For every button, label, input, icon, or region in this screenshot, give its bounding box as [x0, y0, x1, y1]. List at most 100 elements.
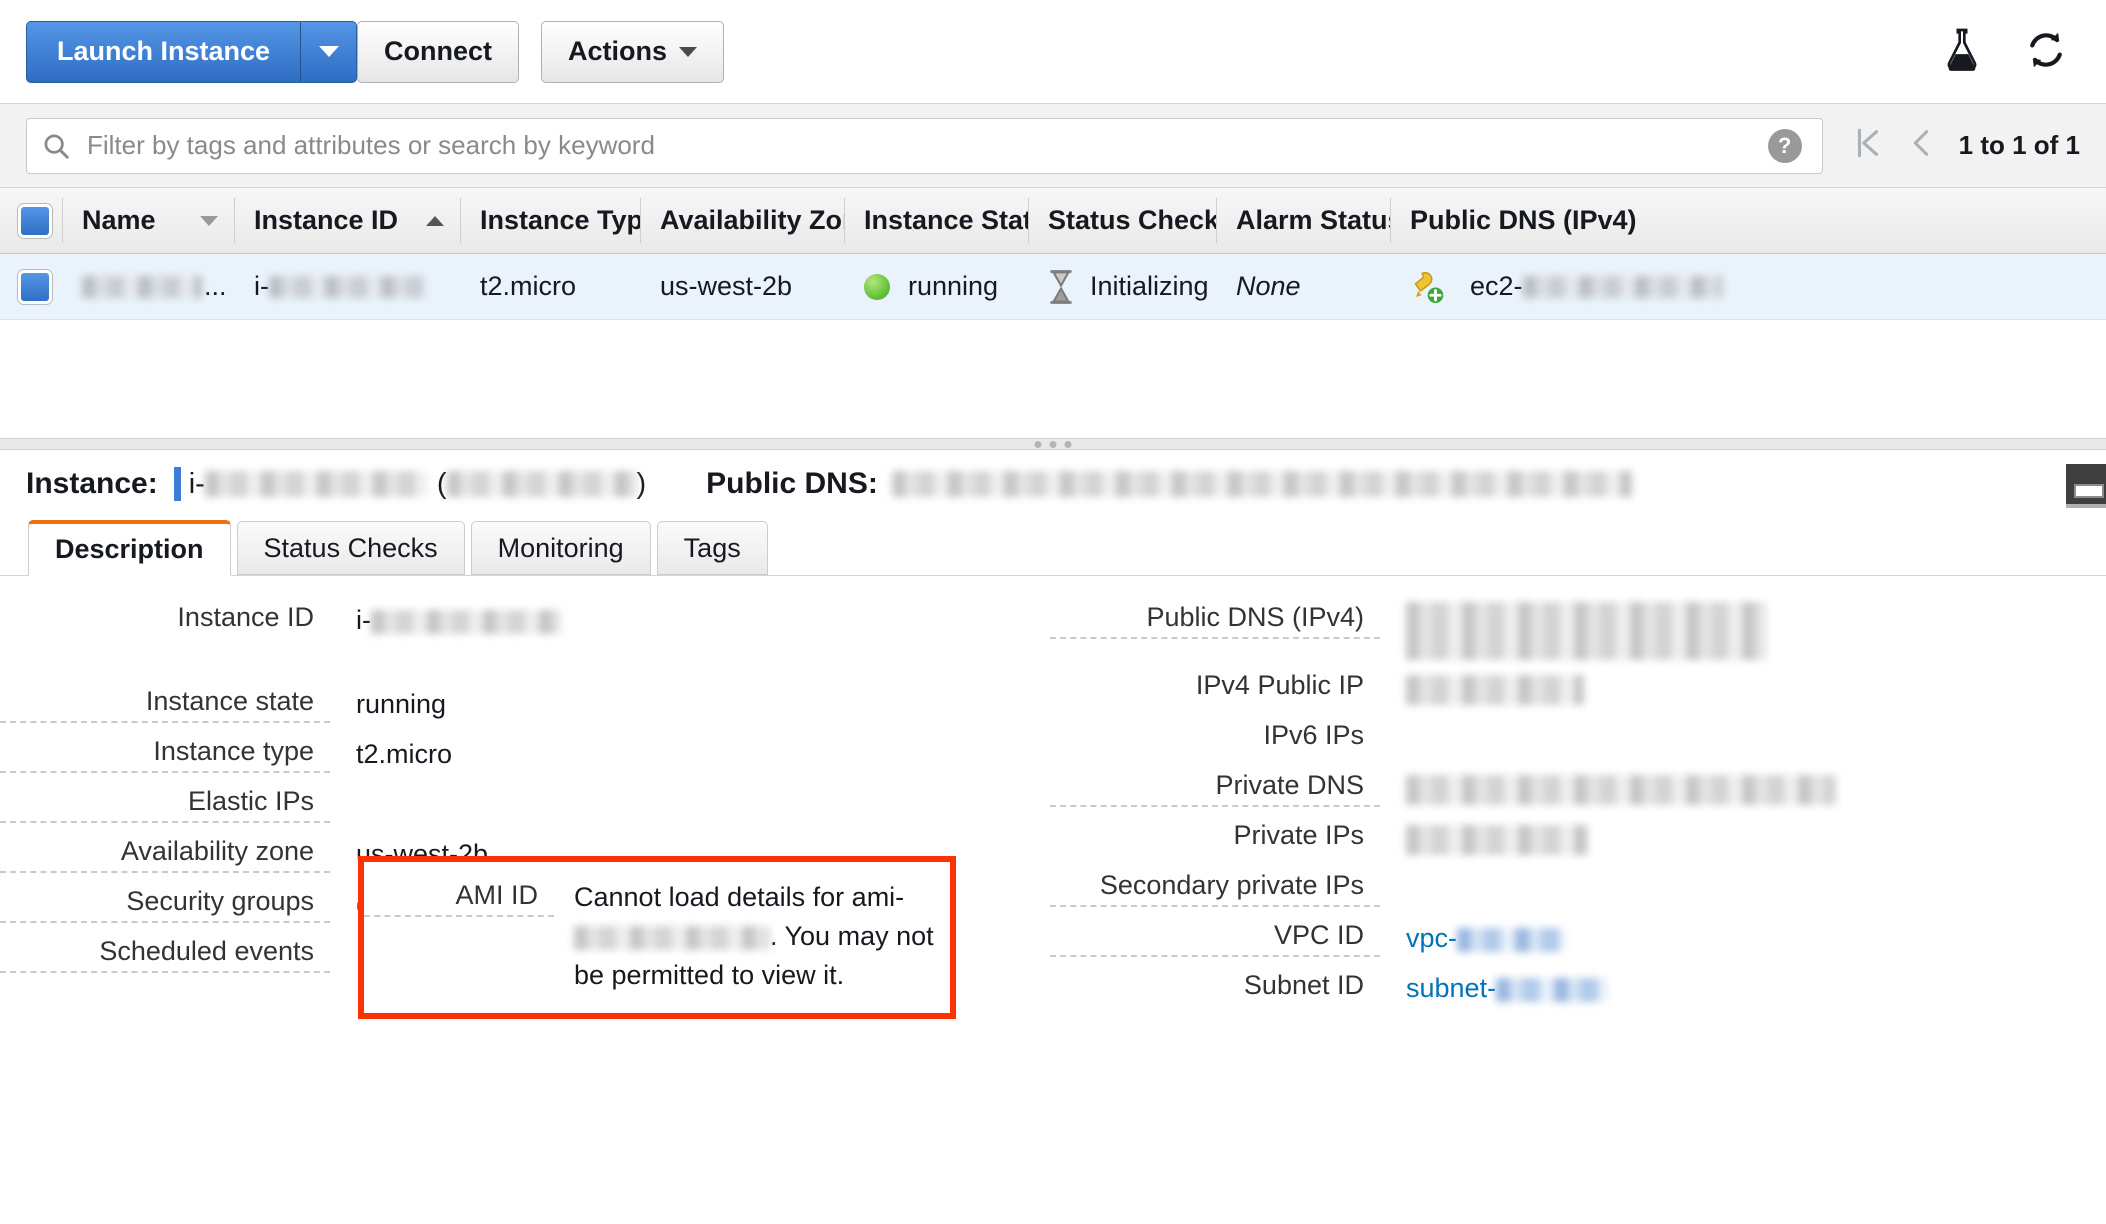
field-instance-state: Instance state running — [0, 686, 1050, 736]
field-label: VPC ID — [1050, 920, 1380, 957]
ami-error-text-before: Cannot load details for ami- — [574, 882, 905, 912]
grip-dot — [1064, 441, 1072, 448]
go-to-previous-icon[interactable] — [1909, 126, 1933, 165]
redacted-instance-name — [82, 275, 202, 298]
field-label: IPv4 Public IP — [1195, 670, 1364, 700]
tab-status-checks[interactable]: Status Checks — [236, 521, 465, 575]
field-value — [1380, 820, 2100, 857]
field-label: Elastic IPs — [0, 786, 330, 823]
actions-button[interactable]: Actions — [541, 20, 725, 83]
column-label: Instance ID — [254, 205, 399, 235]
row-checkbox-cell[interactable] — [0, 254, 62, 319]
toolbar-right-icons — [1942, 28, 2068, 77]
field-vpc-id: VPC ID vpc- — [1050, 920, 2100, 970]
launch-instance-button-group: Launch Instance — [26, 20, 358, 83]
instance-state-text: running — [908, 271, 999, 301]
detail-instance-label: Instance: — [26, 467, 158, 500]
detail-public-dns-value — [891, 471, 1632, 497]
column-header-status-checks[interactable]: Status Checks — [1028, 188, 1216, 253]
grip-dot — [1034, 441, 1042, 448]
chevron-down-icon[interactable] — [200, 215, 218, 226]
detail-public-dns-label: Public DNS: — [706, 467, 878, 500]
table-row[interactable]: ... i- t2.micro us-west-2b running Initi… — [0, 254, 2106, 320]
cell-name: ... — [62, 254, 234, 319]
name-truncation-ellipsis: ... — [204, 271, 227, 301]
field-label: IPv6 IPs — [1263, 720, 1364, 750]
column-header-instance-type[interactable]: Instance Type — [460, 188, 640, 253]
launch-instance-button[interactable]: Launch Instance — [26, 20, 302, 83]
public-dns-prefix: ec2- — [1470, 271, 1523, 301]
field-label: Private IPs — [1233, 820, 1364, 850]
field-gap — [0, 652, 1050, 686]
top-toolbar: Launch Instance Connect Actions — [0, 0, 2106, 104]
search-field-container[interactable]: ? — [26, 117, 1823, 174]
tab-monitoring[interactable]: Monitoring — [470, 521, 651, 575]
column-label: Alarm Status — [1236, 205, 1390, 235]
tab-label: Status Checks — [263, 532, 438, 563]
subnet-id-link[interactable]: subnet- — [1406, 973, 1496, 1003]
column-header-name[interactable]: Name — [62, 188, 234, 253]
column-header-instance-id[interactable]: Instance ID — [234, 188, 460, 253]
description-tab-panel: Instance ID i- Instance state running In… — [0, 576, 2106, 1019]
column-header-public-dns[interactable]: Public DNS (IPv4) — [1390, 188, 2106, 253]
connect-button[interactable]: Connect — [357, 20, 520, 83]
refresh-icon[interactable] — [2024, 28, 2068, 77]
tab-tags[interactable]: Tags — [656, 521, 768, 575]
hourglass-icon — [1048, 269, 1074, 304]
redacted-instance-id — [204, 471, 427, 497]
chevron-down-icon — [679, 46, 698, 57]
column-label: Name — [82, 205, 156, 235]
field-private-ips: Private IPs — [1050, 820, 2100, 870]
search-input[interactable] — [85, 129, 1768, 162]
status-checks-text: Initializing — [1090, 271, 1209, 301]
instance-id-prefix: i- — [188, 467, 205, 500]
tab-label: Tags — [683, 532, 741, 563]
field-value — [1380, 770, 2100, 807]
field-subnet-id: Subnet ID subnet- — [1050, 970, 2100, 1020]
field-label: Security groups — [0, 886, 330, 923]
launch-instance-dropdown-button[interactable] — [301, 20, 358, 83]
field-value: running — [356, 689, 447, 719]
sort-ascending-icon[interactable] — [426, 215, 444, 226]
column-header-instance-state[interactable]: Instance State — [844, 188, 1028, 253]
select-all-checkbox[interactable] — [18, 203, 52, 238]
column-header-alarm-status[interactable]: Alarm Status — [1216, 188, 1390, 253]
redacted-ipv4-public-ip — [1406, 674, 1584, 705]
field-label: Scheduled events — [0, 936, 330, 973]
add-alarm-bell-icon[interactable] — [1410, 269, 1446, 305]
vpc-id-link[interactable]: vpc- — [1406, 923, 1457, 953]
select-all-checkbox-cell[interactable] — [0, 188, 62, 253]
field-value — [1380, 670, 2100, 707]
field-ipv6-ips: IPv6 IPs — [1050, 720, 2100, 770]
chevron-down-icon — [318, 46, 339, 57]
pagination-range: 1 to 1 of 1 — [1958, 130, 2080, 160]
redacted-ami-id — [574, 925, 770, 950]
search-icon — [44, 134, 69, 159]
instance-id-prefix: i- — [254, 271, 269, 301]
detail-instance-name: ( ) — [437, 468, 646, 501]
field-ipv4-public-ip: IPv4 Public IP — [1050, 670, 2100, 720]
description-right-column: Public DNS (IPv4) IPv4 Public IP IPv6 IP… — [1050, 602, 2100, 1012]
copy-to-clipboard-icon[interactable] — [2066, 464, 2106, 508]
field-private-dns: Private DNS — [1050, 770, 2100, 820]
detail-panel-header: Instance: i- ( ) Public DNS: — [0, 450, 2106, 518]
detail-instance-id: i- — [189, 468, 427, 501]
tab-description[interactable]: Description — [28, 520, 231, 576]
panel-resize-grip[interactable] — [1034, 441, 1072, 448]
row-checkbox[interactable] — [18, 269, 52, 304]
actions-label: Actions — [568, 36, 668, 66]
go-to-first-icon[interactable] — [1853, 126, 1883, 165]
field-label: Private DNS — [1050, 770, 1380, 807]
column-header-availability-zone[interactable]: Availability Zone — [640, 188, 844, 253]
cell-instance-state: running — [844, 254, 1028, 319]
green-status-dot-icon — [864, 273, 890, 300]
cell-instance-type: t2.micro — [480, 271, 577, 301]
panel-resize-bar[interactable] — [0, 438, 2106, 450]
field-label: AMI ID — [364, 880, 554, 917]
help-icon[interactable]: ? — [1767, 128, 1802, 163]
field-secondary-private-ips: Secondary private IPs — [1050, 870, 2100, 920]
text-cursor-indicator — [173, 467, 181, 501]
field-label: Public DNS (IPv4) — [1050, 602, 1380, 639]
flask-icon[interactable] — [1942, 28, 1982, 77]
field-value: i- — [330, 602, 1050, 639]
